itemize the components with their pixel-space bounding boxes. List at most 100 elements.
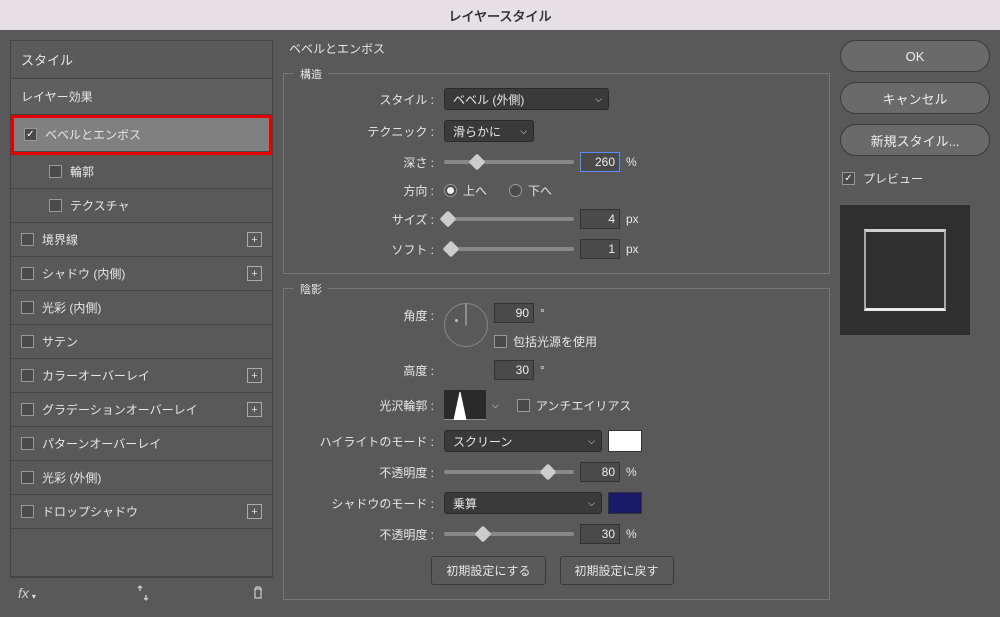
soften-slider[interactable] [444, 247, 574, 251]
add-effect-icon[interactable]: + [247, 232, 262, 247]
preview-checkbox[interactable] [842, 172, 855, 185]
checkbox-inner-glow[interactable] [21, 301, 34, 314]
sidebar-item-contour[interactable]: 輪郭 [11, 155, 272, 189]
antialias-checkbox[interactable] [517, 399, 530, 412]
checkbox-color-overlay[interactable] [21, 369, 34, 382]
sidebar-item-inner-shadow[interactable]: シャドウ (内側) + [11, 257, 272, 291]
checkbox-inner-shadow[interactable] [21, 267, 34, 280]
make-default-button[interactable]: 初期設定にする [431, 556, 545, 585]
select-value: スクリーン [453, 433, 512, 450]
select-value: ベベル (外側) [453, 91, 524, 108]
dialog-title: レイヤースタイル [449, 6, 552, 25]
add-effect-icon[interactable]: + [247, 368, 262, 383]
layer-effects-header[interactable]: レイヤー効果 [11, 79, 272, 115]
shading-group: 陰影 角度 : 90 ° 包括光源を使用 [283, 288, 830, 600]
dialog-titlebar: レイヤースタイル [0, 0, 1000, 30]
angle-label: 角度 : [294, 303, 444, 324]
cancel-button[interactable]: キャンセル [840, 82, 990, 114]
trash-icon[interactable] [251, 585, 265, 601]
gloss-contour-label: 光沢輪郭 : [294, 397, 444, 414]
styles-header[interactable]: スタイル [11, 41, 272, 79]
direction-down-label: 下へ [528, 182, 552, 199]
sidebar-item-label: カラーオーバーレイ [42, 367, 150, 384]
highlight-opacity-slider[interactable] [444, 470, 574, 474]
select-value: 乗算 [453, 495, 477, 512]
sidebar-item-label: 光彩 (内側) [42, 299, 101, 316]
fx-menu-icon[interactable]: fx▾ [18, 585, 36, 601]
checkbox-satin[interactable] [21, 335, 34, 348]
checkbox-outer-glow[interactable] [21, 471, 34, 484]
angle-wheel[interactable] [444, 303, 488, 347]
checkbox-drop-shadow[interactable] [21, 505, 34, 518]
technique-select[interactable]: 滑らかに ⌵ [444, 120, 534, 142]
sidebar-item-gradient-overlay[interactable]: グラデーションオーバーレイ + [11, 393, 272, 427]
direction-down-radio[interactable] [509, 184, 522, 197]
sidebar-item-label: グラデーションオーバーレイ [42, 401, 198, 418]
angle-input[interactable]: 90 [494, 303, 534, 323]
soften-input[interactable]: 1 [580, 239, 620, 259]
sidebar-item-outer-glow[interactable]: 光彩 (外側) [11, 461, 272, 495]
global-light-checkbox[interactable] [494, 335, 507, 348]
add-effect-icon[interactable]: + [247, 402, 262, 417]
checkbox-stroke[interactable] [21, 233, 34, 246]
soften-label: ソフト : [294, 241, 444, 258]
sidebar-item-satin[interactable]: サテン [11, 325, 272, 359]
sidebar-item-pattern-overlay[interactable]: パターンオーバーレイ [11, 427, 272, 461]
checkbox-pattern-overlay[interactable] [21, 437, 34, 450]
direction-up-label: 上へ [463, 182, 487, 199]
shadow-opacity-input[interactable]: 30 [580, 524, 620, 544]
depth-input[interactable]: 260 [580, 152, 620, 172]
highlight-opacity-label: 不透明度 : [294, 464, 444, 481]
shadow-opacity-slider[interactable] [444, 532, 574, 536]
checkbox-contour[interactable] [49, 165, 62, 178]
structure-group: 構造 スタイル : ベベル (外側) ⌵ テクニック : 滑らかに ⌵ [283, 73, 830, 274]
sidebar-item-texture[interactable]: テクスチャ [11, 189, 272, 223]
shadow-color-swatch[interactable] [608, 492, 642, 514]
highlight-mode-select[interactable]: スクリーン ⌵ [444, 430, 602, 452]
ok-button[interactable]: OK [840, 40, 990, 72]
sidebar-item-inner-glow[interactable]: 光彩 (内側) [11, 291, 272, 325]
altitude-label: 高度 : [294, 362, 444, 379]
altitude-input[interactable]: 30 [494, 360, 534, 380]
sidebar-item-drop-shadow[interactable]: ドロップシャドウ + [11, 495, 272, 529]
size-input[interactable]: 4 [580, 209, 620, 229]
sidebar-item-stroke[interactable]: 境界線 + [11, 223, 272, 257]
add-effect-icon[interactable]: + [247, 504, 262, 519]
panel-title: ベベルとエンボス [283, 40, 830, 57]
checkbox-gradient-overlay[interactable] [21, 403, 34, 416]
reorder-icon[interactable] [136, 585, 150, 601]
angle-unit: ° [540, 306, 545, 320]
sidebar-item-label: ドロップシャドウ [42, 503, 138, 520]
new-style-button[interactable]: 新規スタイル... [840, 124, 990, 156]
sidebar-item-bevel-emboss[interactable]: ベベルとエンボス [14, 118, 269, 152]
depth-unit: % [626, 155, 637, 169]
shadow-mode-label: シャドウのモード : [294, 495, 444, 512]
highlight-opacity-input[interactable]: 80 [580, 462, 620, 482]
soften-unit: px [626, 242, 639, 256]
highlight-color-swatch[interactable] [608, 430, 642, 452]
sidebar-item-label: サテン [42, 333, 78, 350]
sidebar-item-color-overlay[interactable]: カラーオーバーレイ + [11, 359, 272, 393]
reset-default-button[interactable]: 初期設定に戻す [560, 556, 674, 585]
add-effect-icon[interactable]: + [247, 266, 262, 281]
shadow-mode-select[interactable]: 乗算 ⌵ [444, 492, 602, 514]
styles-sidebar: スタイル レイヤー効果 ベベルとエンボス 輪郭 [10, 40, 273, 607]
chevron-down-icon: ⌵ [520, 126, 527, 137]
direction-up-radio[interactable] [444, 184, 457, 197]
style-select[interactable]: ベベル (外側) ⌵ [444, 88, 609, 110]
preview-thumbnail [840, 205, 970, 335]
depth-label: 深さ : [294, 154, 444, 171]
style-label: スタイル : [294, 91, 444, 108]
size-slider[interactable] [444, 217, 574, 221]
shadow-opacity-label: 不透明度 : [294, 526, 444, 543]
global-light-label: 包括光源を使用 [513, 333, 597, 350]
chevron-down-icon[interactable]: ⌵ [492, 400, 499, 411]
shading-legend: 陰影 [294, 281, 328, 297]
checkbox-bevel-emboss[interactable] [24, 128, 37, 141]
highlight-opacity-unit: % [626, 465, 637, 479]
depth-slider[interactable] [444, 160, 574, 164]
checkbox-texture[interactable] [49, 199, 62, 212]
altitude-unit: ° [540, 363, 545, 377]
technique-label: テクニック : [294, 123, 444, 140]
contour-picker[interactable] [444, 390, 486, 420]
